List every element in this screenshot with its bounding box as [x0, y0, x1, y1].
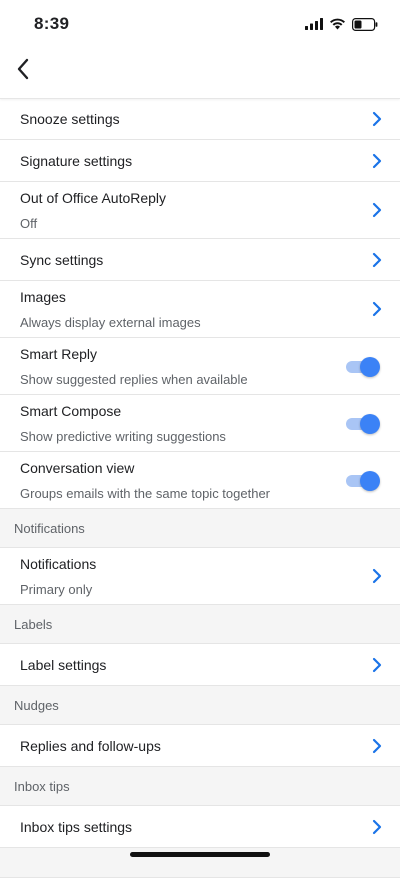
section-header-labels: Labels	[0, 605, 400, 644]
chevron-right-icon	[372, 301, 382, 317]
chevron-left-icon	[17, 58, 29, 80]
row-subtitle: Show suggested replies when available	[20, 371, 248, 387]
conversation-view-toggle[interactable]	[344, 470, 380, 491]
chevron-right-icon	[372, 568, 382, 584]
row-title: Notifications	[20, 555, 97, 572]
row-title: Inbox tips settings	[20, 818, 133, 835]
row-title: Label settings	[20, 656, 107, 673]
smart-compose-toggle[interactable]	[344, 413, 380, 434]
row-subtitle: Groups emails with the same topic togeth…	[20, 485, 271, 501]
row-title: Conversation view	[20, 459, 135, 476]
smart-reply-toggle[interactable]	[344, 356, 380, 377]
section-header-notifications: Notifications	[0, 509, 400, 548]
row-title: Replies and follow-ups	[20, 737, 161, 754]
chevron-right-icon	[372, 202, 382, 218]
chevron-right-icon	[372, 738, 382, 753]
row-title: Out of Office AutoReply	[20, 189, 167, 206]
row-title: Snooze settings	[20, 110, 120, 127]
row-title: Sync settings	[20, 251, 104, 268]
chevron-right-icon	[372, 819, 382, 834]
status-icons	[305, 17, 378, 31]
conversation-view-row: Conversation view Groups emails with the…	[0, 452, 400, 509]
chevron-right-icon	[372, 252, 382, 267]
row-subtitle: Primary only	[20, 581, 93, 597]
wifi-icon	[330, 18, 345, 30]
row-subtitle: Show predictive writing suggestions	[20, 428, 226, 444]
settings-list: Snooze settings Signature settings Out o…	[0, 98, 400, 878]
toggle-knob	[360, 471, 380, 491]
smart-compose-row: Smart Compose Show predictive writing su…	[0, 395, 400, 452]
battery-icon	[352, 17, 378, 31]
back-button[interactable]	[8, 52, 38, 86]
smart-reply-row: Smart Reply Show suggested replies when …	[0, 338, 400, 395]
snooze-settings-row[interactable]: Snooze settings	[0, 98, 400, 140]
row-subtitle: Always display external images	[20, 314, 201, 330]
status-time: 8:39	[34, 14, 70, 33]
row-title: Signature settings	[20, 152, 133, 169]
home-indicator[interactable]	[130, 852, 270, 857]
inbox-tips-settings-row[interactable]: Inbox tips settings	[0, 806, 400, 848]
chevron-right-icon	[372, 153, 382, 168]
row-title: Smart Reply	[20, 345, 98, 362]
section-header-nudges: Nudges	[0, 686, 400, 725]
label-settings-row[interactable]: Label settings	[0, 644, 400, 686]
images-row[interactable]: Images Always display external images	[0, 281, 400, 338]
chevron-right-icon	[372, 657, 382, 672]
row-title: Smart Compose	[20, 402, 122, 419]
toggle-knob	[360, 414, 380, 434]
notifications-row[interactable]: Notifications Primary only	[0, 548, 400, 605]
replies-follow-ups-row[interactable]: Replies and follow-ups	[0, 725, 400, 767]
section-header-inbox-tips: Inbox tips	[0, 767, 400, 806]
blurred-page-title	[96, 58, 306, 78]
row-title: Images	[20, 288, 66, 305]
status-bar: 8:39	[0, 0, 400, 48]
signature-settings-row[interactable]: Signature settings	[0, 140, 400, 182]
chevron-right-icon	[372, 111, 382, 126]
out-of-office-row[interactable]: Out of Office AutoReply Off	[0, 182, 400, 239]
signal-icon	[305, 18, 323, 30]
row-subtitle: Off	[20, 215, 38, 231]
toggle-knob	[360, 357, 380, 377]
sync-settings-row[interactable]: Sync settings	[0, 239, 400, 281]
